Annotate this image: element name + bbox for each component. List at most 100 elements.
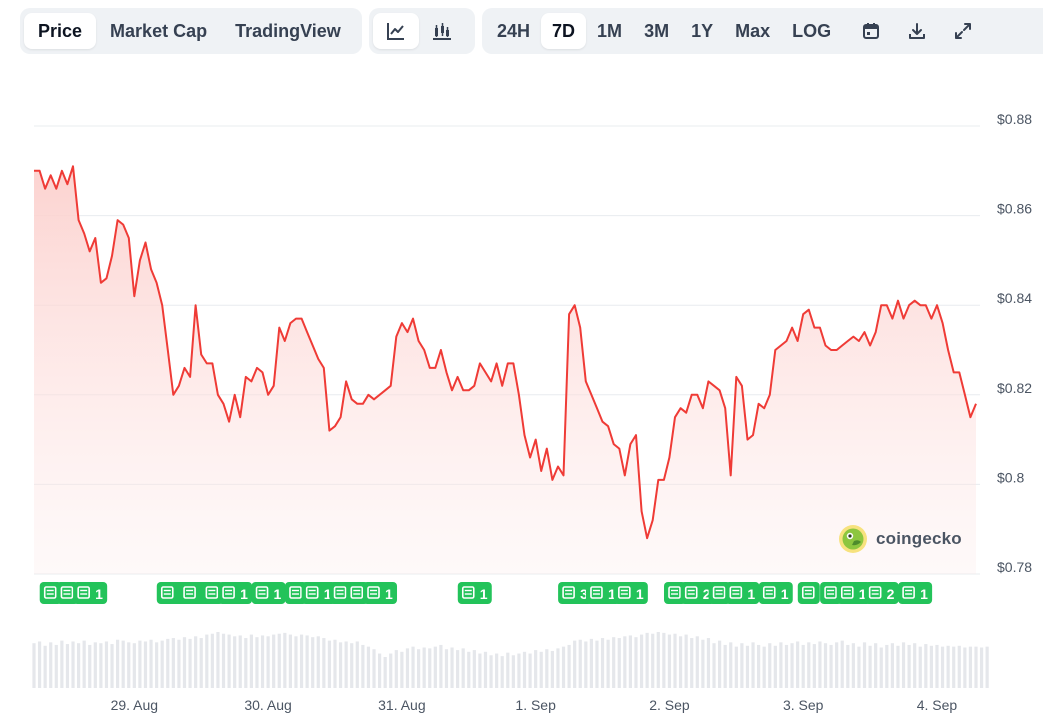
news-badge[interactable]: 1	[251, 582, 286, 604]
volume-bar	[656, 632, 660, 688]
volume-bar	[913, 643, 917, 688]
volume-bar	[606, 639, 610, 688]
news-count: 1	[480, 586, 488, 602]
volume-bar	[639, 634, 644, 688]
news-badge[interactable]: 1	[725, 582, 760, 604]
price-area	[34, 165, 977, 575]
volume-bar	[662, 632, 666, 688]
volume-bar	[807, 642, 811, 688]
volume-bar	[528, 653, 532, 688]
volume-bar	[784, 644, 789, 688]
news-badge[interactable]	[797, 582, 820, 604]
news-badge[interactable]: 1	[363, 582, 398, 604]
volume-bar	[400, 651, 404, 688]
volume-bar	[489, 655, 493, 688]
volume-bar	[294, 636, 298, 688]
volume-bar	[394, 650, 398, 688]
volume-bar	[389, 653, 393, 688]
news-count: 1	[747, 586, 755, 602]
news-markers: 111111111311211121	[39, 582, 933, 604]
x-tick-label: 1. Sep	[515, 697, 556, 713]
volume-bar	[483, 651, 488, 688]
volume-bar	[600, 638, 605, 688]
volume-bar	[32, 643, 36, 688]
news-count: 1	[920, 586, 928, 602]
volume-bar	[645, 632, 649, 688]
volume-bars	[32, 632, 989, 688]
volume-bar	[199, 638, 203, 688]
volume-bar	[823, 643, 828, 688]
volume-bar	[49, 642, 53, 688]
volume-bar	[344, 641, 348, 688]
volume-bar	[829, 644, 833, 688]
volume-bar	[690, 638, 694, 688]
x-axis-labels: 29. Aug 30. Aug 31. Aug 1. Sep 2. Sep 3. Sep 4…	[111, 697, 958, 713]
volume-bar	[495, 653, 499, 688]
volume-bar	[684, 634, 688, 688]
volume-bar	[116, 639, 120, 688]
volume-bar	[110, 644, 114, 688]
volume-bar	[127, 642, 131, 688]
volume-bar	[260, 635, 265, 688]
volume-bar	[628, 635, 633, 688]
volume-bar	[155, 642, 159, 688]
volume-bar	[979, 647, 984, 688]
volume-bar	[812, 644, 816, 688]
volume-bar	[712, 643, 716, 688]
volume-bar	[210, 633, 214, 688]
volume-bar	[461, 648, 465, 688]
volume-bar	[840, 640, 844, 688]
volume-bar	[472, 650, 476, 688]
volume-bar	[288, 634, 293, 688]
x-tick-label: 4. Sep	[917, 697, 958, 713]
volume-bar	[188, 638, 192, 688]
news-badge-bg	[797, 582, 820, 604]
y-tick-label: $0.78	[997, 559, 1032, 575]
news-badge[interactable]: 1	[73, 582, 108, 604]
volume-bar	[851, 643, 855, 688]
volume-bar	[88, 644, 92, 688]
volume-bar	[868, 645, 872, 688]
volume-bar	[372, 649, 376, 688]
volume-bar	[422, 647, 426, 688]
volume-bar	[957, 645, 961, 688]
volume-bar	[121, 640, 125, 688]
news-badge[interactable]: 1	[898, 582, 933, 604]
volume-bar	[338, 642, 343, 688]
news-count: 1	[95, 586, 103, 602]
volume-bar	[227, 634, 231, 688]
volume-bar	[734, 646, 738, 688]
y-tick-label: $0.86	[997, 201, 1032, 217]
volume-bar	[433, 646, 437, 688]
volume-bar	[550, 650, 554, 688]
volume-bar	[885, 644, 889, 688]
news-badge[interactable]: 1	[758, 582, 793, 604]
volume-bar	[935, 644, 939, 688]
volume-bar	[500, 656, 504, 688]
news-badge[interactable]: 1	[218, 582, 253, 604]
volume-bar	[65, 644, 70, 688]
volume-bar	[405, 648, 410, 688]
volume-bar	[779, 642, 783, 688]
coingecko-logo	[839, 525, 867, 553]
volume-bar	[757, 644, 761, 688]
volume-bar	[350, 643, 354, 688]
volume-bar	[862, 642, 867, 688]
volume-bar	[762, 646, 766, 688]
volume-bar	[589, 638, 593, 688]
volume-bar	[43, 645, 47, 688]
news-badge[interactable]: 2	[864, 582, 899, 604]
volume-bar	[205, 634, 209, 688]
volume-bar	[517, 653, 521, 688]
volume-bar	[667, 634, 672, 688]
volume-bar	[929, 645, 934, 688]
watermark-text: coingecko	[876, 529, 962, 548]
price-chart[interactable]: $0.88 $0.86 $0.84 $0.82 $0.8 $0.78 29. Aug 30.…	[0, 0, 1043, 716]
volume-bar	[890, 643, 894, 688]
news-badge[interactable]: 1	[457, 582, 492, 604]
volume-bar	[924, 644, 928, 688]
volume-bar	[238, 635, 242, 688]
x-tick-label: 2. Sep	[649, 697, 690, 713]
price-area-fill	[34, 166, 976, 575]
news-badge[interactable]: 1	[613, 582, 648, 604]
